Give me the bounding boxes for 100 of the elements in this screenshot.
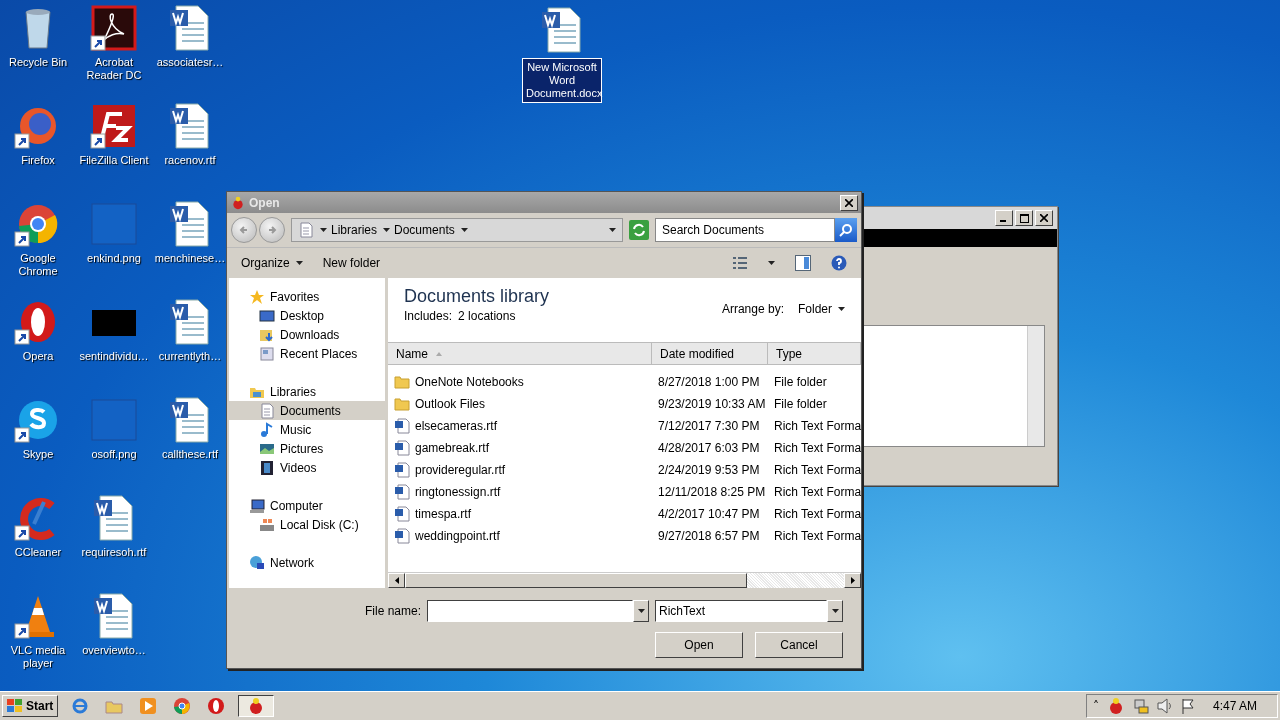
show-hidden-icons-button[interactable]: ˄ bbox=[1092, 699, 1099, 713]
toolbar-button[interactable]: New folder bbox=[322, 254, 381, 272]
speaker-icon[interactable] bbox=[1156, 698, 1173, 714]
back-arrow-icon bbox=[239, 225, 249, 235]
desktop-icon-label[interactable]: currentlyth… bbox=[158, 350, 222, 363]
start-button[interactable]: Start bbox=[2, 695, 59, 717]
desktop-icon-label[interactable]: Firefox bbox=[21, 154, 55, 167]
file-name: provideregular.rtf bbox=[415, 463, 506, 477]
file-row[interactable]: ringtonessign.rtf 12/11/2018 8:25 PM Rich Text Forma bbox=[388, 481, 861, 503]
file-row[interactable]: OneNote Notebooks 8/27/2018 1:00 PM File folder bbox=[388, 371, 861, 393]
desktop-icon-label[interactable]: Acrobat Reader DC bbox=[78, 56, 150, 82]
minimize-button[interactable] bbox=[995, 210, 1013, 226]
date-cell-text: 12/11/2018 8:25 PM bbox=[657, 485, 767, 499]
desktop-icon-label[interactable]: callthese.rtf bbox=[161, 448, 219, 461]
preview-pane-icon[interactable] bbox=[795, 255, 811, 271]
desktop-icon-label[interactable]: sentindividu… bbox=[79, 350, 149, 363]
caret-icon bbox=[637, 609, 645, 613]
star-icon bbox=[249, 288, 265, 305]
arrange-dropdown[interactable]: Folder bbox=[798, 300, 845, 318]
nav-item[interactable]: Documents bbox=[229, 401, 385, 420]
file-name: OneNote Notebooks bbox=[415, 375, 524, 389]
file-row[interactable]: weddingpoint.rtf 9/27/2018 6:57 PM Rich Text Forma bbox=[388, 525, 861, 547]
desktop-icon-label[interactable]: enkind.png bbox=[87, 252, 141, 265]
nav-item[interactable]: Desktop bbox=[229, 306, 385, 325]
search-field[interactable]: Search Documents bbox=[655, 218, 835, 242]
locations-link[interactable]: 2 locations bbox=[458, 309, 516, 323]
caret-icon bbox=[609, 228, 616, 232]
desktop-icon-label[interactable]: Skype bbox=[22, 448, 54, 461]
help-icon[interactable] bbox=[831, 255, 847, 271]
word-document-icon bbox=[394, 462, 410, 478]
desktop-icon-label[interactable]: CCleaner bbox=[14, 546, 62, 559]
column-header[interactable]: Type bbox=[768, 343, 861, 364]
caret-icon bbox=[383, 228, 391, 232]
network-icon[interactable] bbox=[1132, 698, 1149, 714]
nav-item[interactable]: Recent Places bbox=[229, 344, 385, 363]
document-icon bbox=[259, 402, 275, 419]
word-document-icon bbox=[394, 528, 410, 544]
nav-item[interactable]: Computer bbox=[229, 496, 385, 515]
desktop-icon-label[interactable]: associatesr… bbox=[156, 56, 224, 69]
dropdown-button[interactable] bbox=[827, 600, 843, 622]
desktop-icon-label[interactable]: osoff.png bbox=[91, 448, 137, 461]
column-header[interactable]: Date modified bbox=[652, 343, 768, 364]
close-button[interactable] bbox=[840, 194, 858, 211]
file-row[interactable]: Outlook Files 9/23/2019 10:33 AM File folder bbox=[388, 393, 861, 415]
desktop-icon-label[interactable]: menchinese… bbox=[154, 252, 226, 265]
nav-item[interactable]: Favorites bbox=[229, 287, 385, 306]
date-cell-text: 4/2/2017 10:47 PM bbox=[657, 507, 761, 521]
opera-icon bbox=[207, 697, 226, 715]
dialog-button[interactable]: Cancel bbox=[755, 632, 843, 658]
breadcrumb-item[interactable]: Libraries bbox=[331, 223, 378, 237]
nav-item[interactable]: Network bbox=[229, 553, 385, 572]
scroll-left-icon bbox=[394, 577, 399, 584]
file-row[interactable]: gamebreak.rtf 4/28/2017 6:03 PM Rich Text Forma bbox=[388, 437, 861, 459]
forward-arrow-icon bbox=[267, 225, 277, 235]
view-list-icon[interactable] bbox=[732, 256, 748, 270]
column-header[interactable]: Name bbox=[388, 343, 652, 364]
desktop-icon-label[interactable]: FileZilla Client bbox=[79, 154, 149, 167]
nav-item[interactable]: Libraries bbox=[229, 382, 385, 401]
nav-item[interactable]: Music bbox=[229, 420, 385, 439]
file-type-field[interactable]: RichText bbox=[655, 600, 827, 622]
taskbar-button[interactable] bbox=[238, 695, 275, 717]
desktop-icon-label[interactable]: Recycle Bin bbox=[8, 56, 68, 69]
nav-item[interactable]: Videos bbox=[229, 458, 385, 477]
nav-item[interactable]: Downloads bbox=[229, 325, 385, 344]
search-button[interactable] bbox=[835, 218, 857, 242]
file-row[interactable]: timespa.rtf 4/2/2017 10:47 PM Rich Text Forma bbox=[388, 503, 861, 525]
desktop-icon-label[interactable]: Opera bbox=[22, 350, 54, 363]
hard-disk-icon bbox=[259, 516, 275, 533]
desktop-icon-label[interactable]: New Microsoft Word Document.docx bbox=[522, 58, 602, 103]
maximize-button[interactable] bbox=[1015, 210, 1033, 226]
flag-icon[interactable] bbox=[1180, 698, 1195, 714]
desktop-icon-label[interactable]: VLC media player bbox=[2, 644, 74, 670]
desktop-icon-label[interactable]: racenov.rtf bbox=[164, 154, 216, 167]
refresh-icon[interactable] bbox=[629, 220, 649, 240]
toolbar-button[interactable]: Organize bbox=[241, 254, 303, 272]
dialog-button[interactable]: Open bbox=[655, 632, 743, 658]
close-button[interactable] bbox=[1035, 210, 1053, 226]
file-name: timespa.rtf bbox=[415, 507, 471, 521]
type-cell-text: Rich Text Forma bbox=[773, 419, 862, 433]
desktop-icon-label[interactable]: overviewto… bbox=[82, 644, 146, 657]
nav-item[interactable]: Local Disk (C:) bbox=[229, 515, 385, 534]
date-cell-text: 9/23/2019 10:33 AM bbox=[657, 397, 767, 411]
close-icon bbox=[845, 198, 853, 207]
date-cell-text: 7/12/2017 7:30 PM bbox=[657, 419, 761, 433]
nav-item[interactable]: Pictures bbox=[229, 439, 385, 458]
desktop-icon-label[interactable]: Google Chrome bbox=[2, 252, 74, 278]
clock[interactable]: 4:47 AM bbox=[1212, 699, 1257, 713]
maximize-icon bbox=[1019, 213, 1029, 223]
dropdown-button[interactable] bbox=[633, 600, 649, 622]
file-name-label: File name: bbox=[364, 604, 421, 618]
breadcrumb-item[interactable]: Documents bbox=[394, 223, 455, 237]
file-row[interactable]: provideregular.rtf 2/24/2019 9:53 PM Rich Text Forma bbox=[388, 459, 861, 481]
address-bar[interactable]: Libraries Documents bbox=[291, 218, 623, 242]
file-name: elsecameras.rtf bbox=[415, 419, 498, 433]
file-row[interactable]: elsecameras.rtf 7/12/2017 7:30 PM Rich Text Forma bbox=[388, 415, 861, 437]
file-name-field[interactable] bbox=[427, 600, 633, 622]
internet-explorer-icon bbox=[71, 697, 90, 715]
horizontal-scrollbar[interactable] bbox=[388, 572, 861, 588]
vertical-scrollbar[interactable] bbox=[1027, 326, 1044, 446]
desktop-icon-label[interactable]: requiresoh.rtf bbox=[81, 546, 147, 559]
